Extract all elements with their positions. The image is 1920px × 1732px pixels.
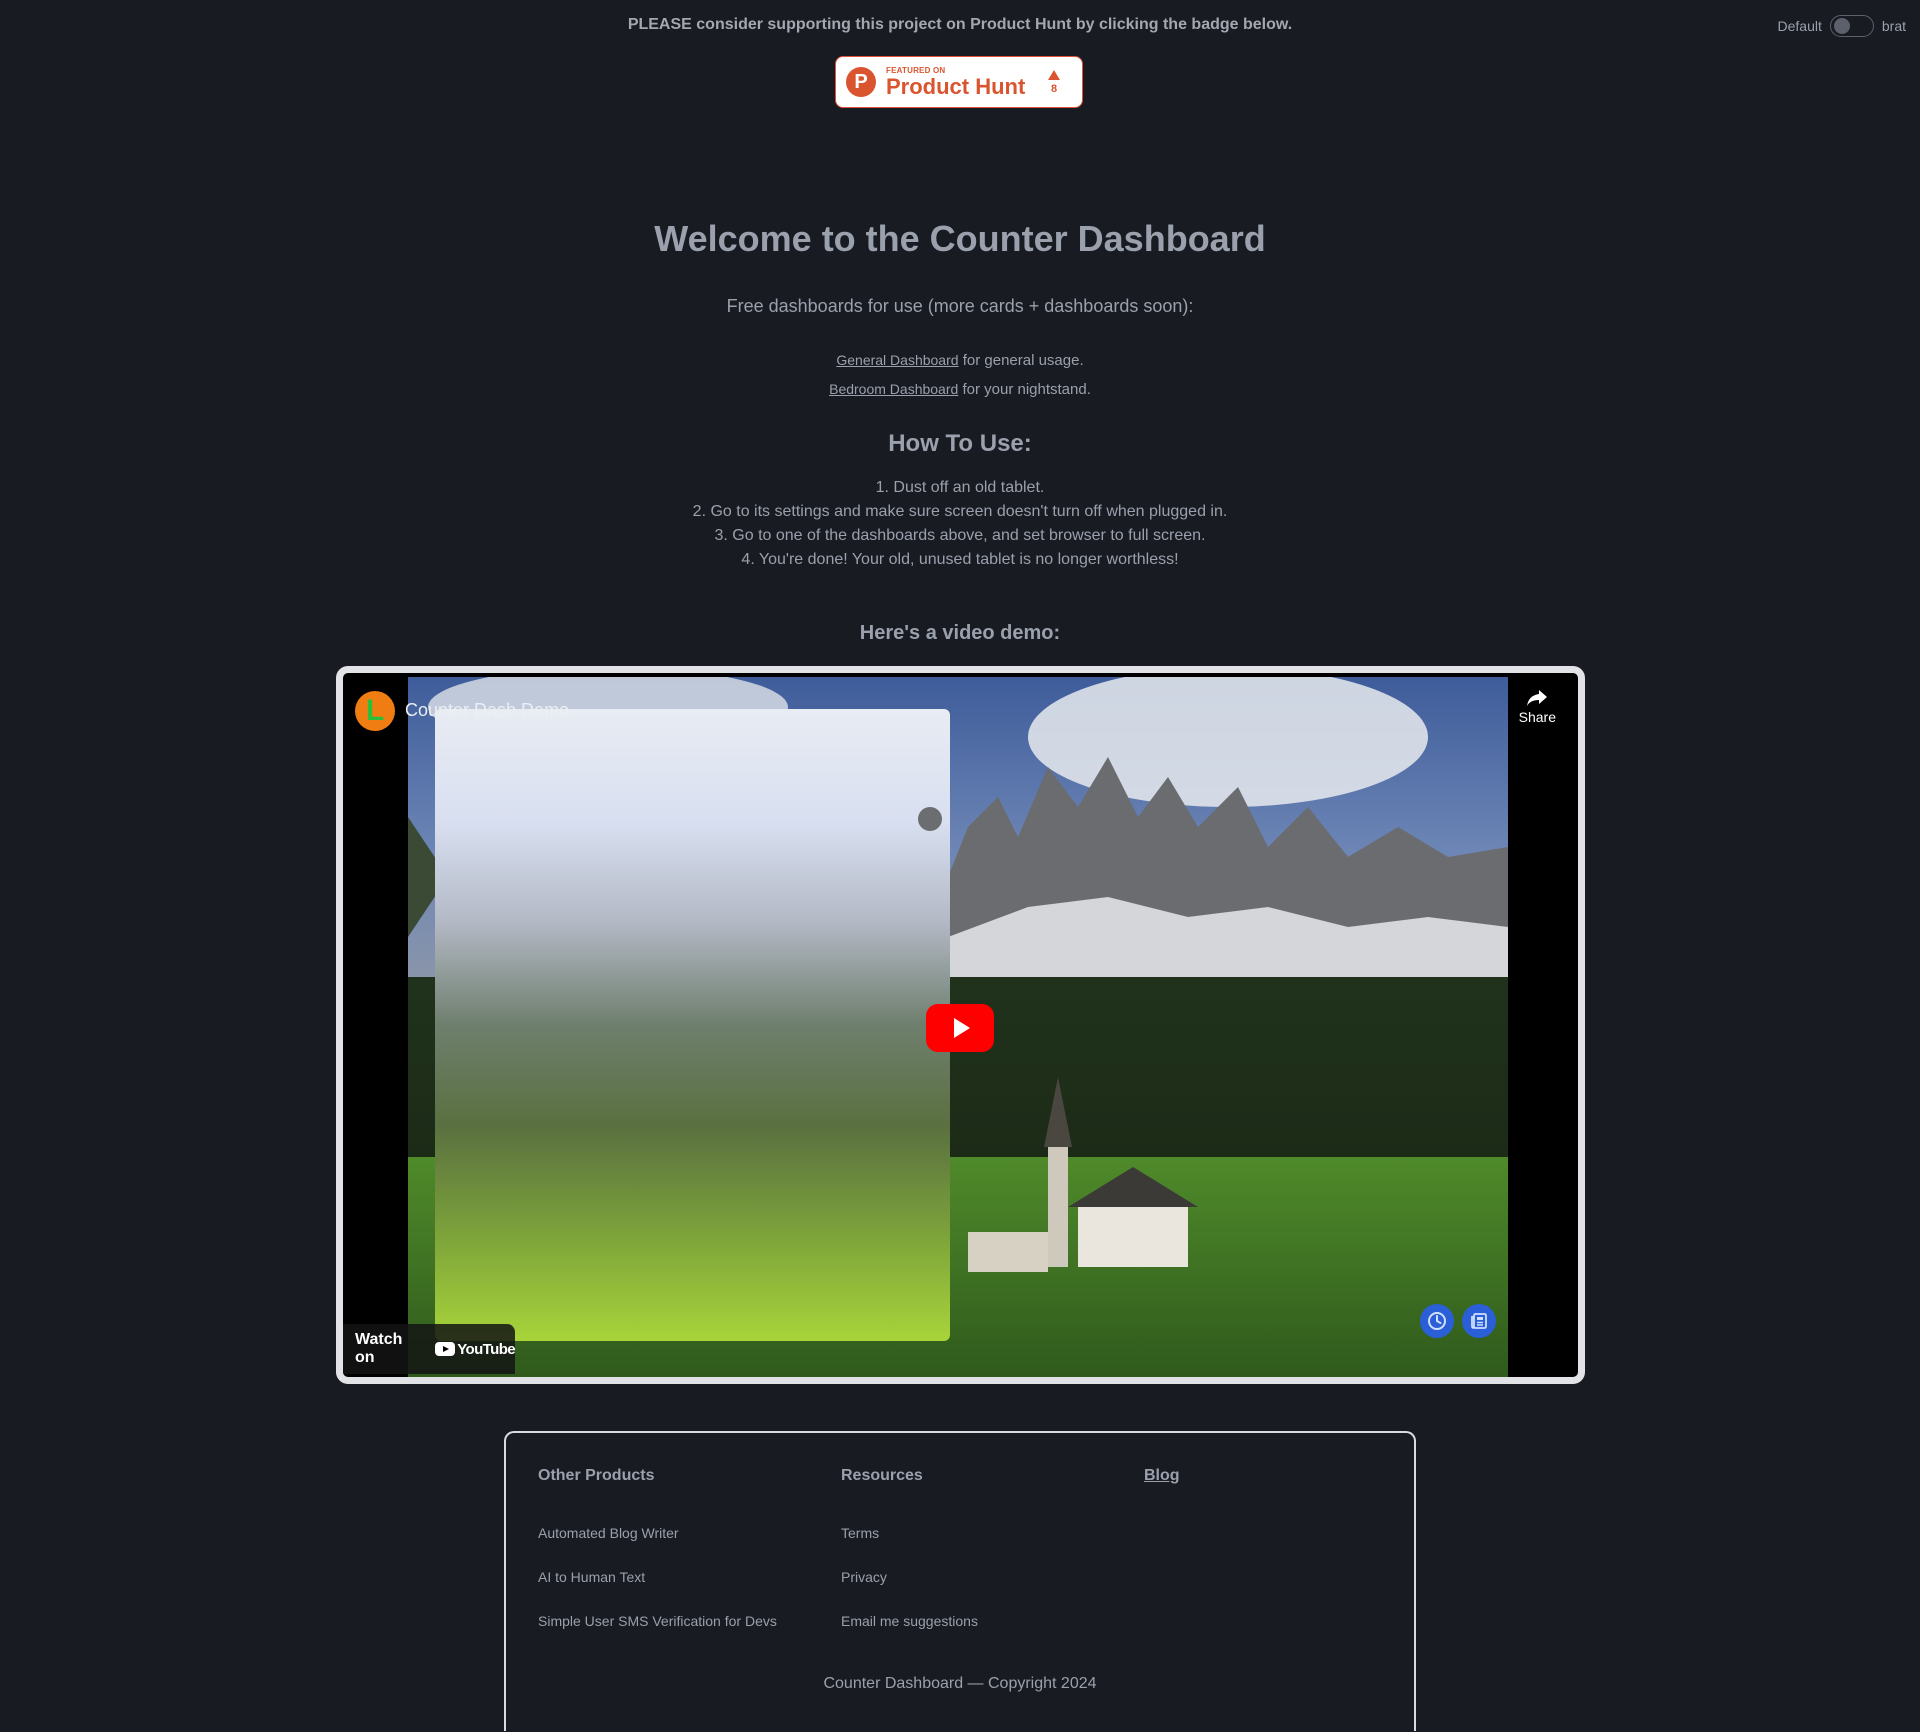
theme-label-brat: brat [1881, 18, 1906, 34]
share-label: Share [1518, 709, 1556, 725]
upvote-arrow-icon [1048, 69, 1060, 80]
promo-message: PLEASE consider supporting this project … [627, 16, 1293, 33]
newspaper-icon [1471, 1313, 1487, 1329]
footer-column-other-products: Other Products Automated Blog Writer AI … [538, 1467, 841, 1655]
footer-column-resources: Resources Terms Privacy Email me suggest… [841, 1467, 1144, 1655]
footer-heading: Other Products [538, 1467, 655, 1484]
copyright-text: Counter Dashboard — Copyright 2024 [823, 1675, 1097, 1692]
dashboard-links: General Dashboard for general usage. Bed… [0, 346, 1920, 404]
video-heading: Here's a video demo: [859, 622, 1061, 644]
dashboard-link-row: General Dashboard for general usage. [0, 346, 1920, 375]
theme-toggle: Default brat [1778, 15, 1906, 37]
blurred-tablet-overlay [435, 709, 950, 1341]
footer-link-automated-blog-writer[interactable]: Automated Blog Writer [538, 1523, 841, 1543]
footer-link-terms[interactable]: Terms [841, 1523, 1144, 1543]
overlay-dot [918, 807, 942, 831]
more-videos-button[interactable] [1462, 1304, 1496, 1338]
youtube-play-icon [435, 1342, 456, 1356]
theme-label-default: Default [1777, 18, 1822, 34]
youtube-embed[interactable]: L Counter Dash Demo Share Watch on YouTu… [336, 666, 1585, 1384]
watch-on-youtube-button[interactable]: Watch on YouTube [343, 1324, 516, 1374]
channel-avatar[interactable]: L [355, 691, 395, 731]
clock-icon [1428, 1312, 1446, 1330]
play-icon [954, 1018, 970, 1038]
watch-on-label: Watch on [355, 1331, 403, 1366]
youtube-logo: YouTube [435, 1340, 516, 1358]
share-button[interactable]: Share [1519, 689, 1556, 725]
how-to-heading: How To Use: [888, 430, 1032, 457]
step-item: 2. Go to its settings and make sure scre… [692, 503, 1228, 520]
video-title[interactable]: Counter Dash Demo [405, 700, 569, 721]
dashboard-link-row: Bedroom Dashboard for your nightstand. [0, 375, 1920, 404]
share-arrow-icon [1527, 690, 1548, 706]
footer-column-blog: Blog [1144, 1467, 1447, 1655]
footer-link-email-suggestions[interactable]: Email me suggestions [841, 1611, 1144, 1631]
play-button[interactable] [926, 1004, 994, 1052]
page-title: Welcome to the Counter Dashboard [654, 218, 1266, 259]
theme-switch[interactable] [1829, 15, 1874, 37]
footer-heading-blog: Blog [1144, 1467, 1447, 1485]
footer-link-privacy[interactable]: Privacy [841, 1567, 1144, 1587]
upvote-count: 8 [1050, 82, 1058, 95]
step-item: 1. Dust off an old tablet. [875, 479, 1045, 496]
badge-product-name: Product Hunt [886, 73, 1026, 99]
footer-link-blog[interactable]: Blog [1144, 1467, 1180, 1484]
footer-link-ai-to-human-text[interactable]: AI to Human Text [538, 1567, 841, 1587]
switch-knob [1833, 18, 1850, 34]
dashboard-link-description: for general usage. [958, 352, 1084, 369]
step-item: 4. You're done! Your old, unused tablet … [741, 551, 1179, 568]
watch-later-button[interactable] [1420, 1304, 1454, 1338]
page-subtitle: Free dashboards for use (more cards + da… [726, 296, 1194, 316]
youtube-wordmark: YouTube [457, 1340, 515, 1358]
bedroom-dashboard-link[interactable]: Bedroom Dashboard [829, 381, 958, 397]
how-to-steps: 1. Dust off an old tablet. 2. Go to its … [0, 476, 1920, 572]
footer-link-sms-verification[interactable]: Simple User SMS Verification for Devs [538, 1611, 841, 1631]
site-footer: Other Products Automated Blog Writer AI … [504, 1431, 1416, 1731]
dashboard-link-description: for your nightstand. [958, 381, 1091, 398]
footer-heading: Resources [841, 1467, 923, 1484]
upvote-counter: 8 [1048, 69, 1060, 95]
step-item: 3. Go to one of the dashboards above, an… [714, 527, 1206, 544]
product-hunt-badge[interactable]: P FEATURED ON Product Hunt 8 [835, 56, 1083, 108]
product-hunt-logo-icon: P [846, 67, 876, 97]
general-dashboard-link[interactable]: General Dashboard [836, 352, 958, 368]
